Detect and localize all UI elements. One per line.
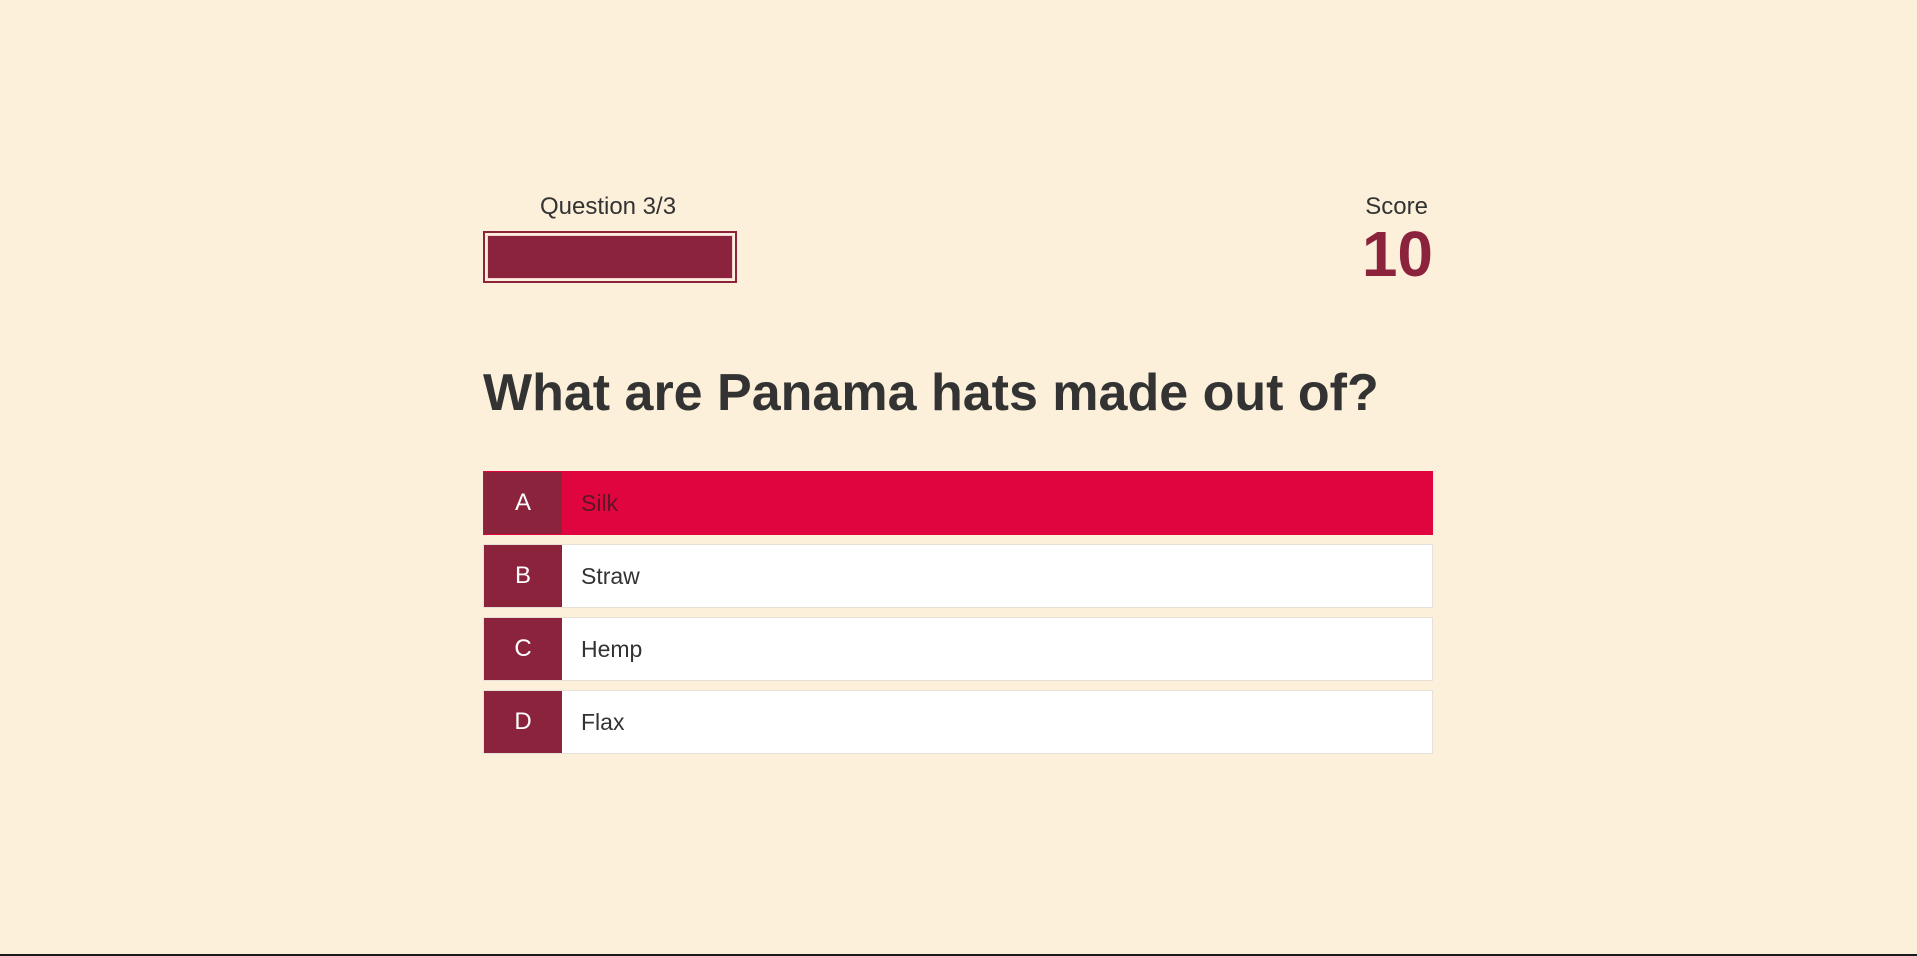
choice-c[interactable]: C Hemp: [483, 617, 1433, 681]
choice-b[interactable]: B Straw: [483, 544, 1433, 608]
choice-a[interactable]: A Silk: [483, 471, 1433, 535]
question-text: What are Panama hats made out of?: [483, 364, 1379, 422]
hud: Question 3/3 Score 10: [483, 190, 1433, 290]
quiz-container: Question 3/3 Score 10: [483, 190, 1433, 290]
choice-text: Hemp: [581, 635, 643, 662]
choice-prefix: A: [484, 472, 562, 534]
choice-prefix: B: [484, 545, 562, 607]
choice-text: Flax: [581, 708, 625, 735]
hud-progress: Question 3/3: [483, 190, 737, 283]
choice-list: A Silk B Straw C Hemp D Flax: [483, 471, 1433, 763]
progress-bar: [483, 231, 737, 283]
choice-prefix: D: [484, 691, 562, 753]
choice-text: Silk: [581, 489, 619, 516]
choice-d[interactable]: D Flax: [483, 690, 1433, 754]
choice-text: Straw: [581, 562, 640, 589]
question-counter: Question 3/3: [539, 193, 677, 220]
progress-bar-fill: [487, 235, 733, 279]
hud-score: Score 10: [1361, 190, 1433, 290]
choice-prefix: C: [484, 618, 562, 680]
score-value: 10: [1361, 218, 1433, 290]
